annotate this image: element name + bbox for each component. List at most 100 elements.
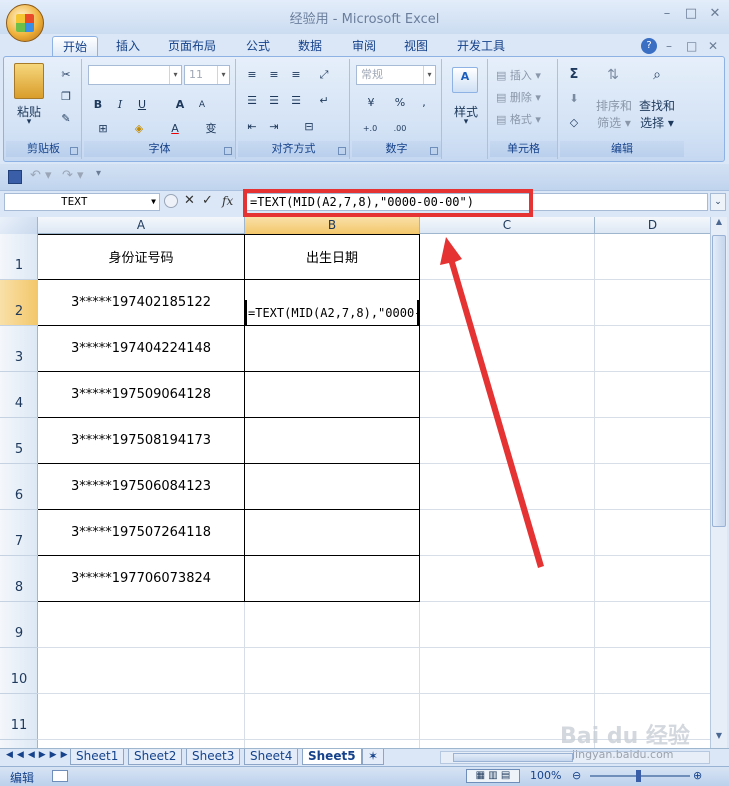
zoom-out-icon[interactable]: ⊖ bbox=[572, 769, 581, 782]
cell-a7[interactable]: 3*****197507264118 bbox=[38, 510, 244, 555]
align-center-icon[interactable]: ☰ bbox=[264, 91, 284, 111]
find-select-icon[interactable]: ⌕ bbox=[644, 65, 670, 91]
number-launcher-icon[interactable] bbox=[430, 147, 438, 155]
tab-data[interactable]: 数据 bbox=[298, 36, 322, 57]
sheet-tab-4[interactable]: Sheet4 bbox=[244, 749, 299, 765]
cell-a3[interactable]: 3*****197404224148 bbox=[38, 326, 244, 371]
formula-toggle-icon[interactable] bbox=[164, 194, 178, 208]
tab-insert[interactable]: 插入 bbox=[116, 36, 140, 57]
row-header-4[interactable]: 4 bbox=[0, 372, 38, 418]
macro-record-icon[interactable] bbox=[52, 770, 68, 782]
insert-cells-button[interactable]: ▤ 插入 ▾ bbox=[496, 67, 541, 83]
expand-formula-icon[interactable]: ⌄ bbox=[710, 193, 726, 211]
tab-developer[interactable]: 开发工具 bbox=[457, 36, 505, 57]
fill-color-icon[interactable]: ◈ bbox=[124, 119, 154, 139]
styles-dropdown-icon[interactable]: ▾ bbox=[444, 117, 488, 127]
row-header-5[interactable]: 5 bbox=[0, 418, 38, 464]
save-icon[interactable] bbox=[8, 170, 22, 184]
wrap-text-icon[interactable]: ↵ bbox=[314, 91, 334, 111]
customize-qat-icon[interactable]: ▾ bbox=[96, 168, 101, 179]
name-box[interactable]: TEXT ▼ bbox=[4, 193, 160, 211]
paste-icon[interactable] bbox=[14, 63, 44, 99]
sort-filter-button[interactable]: 排序和 筛选 ▾ bbox=[594, 97, 634, 131]
select-all-button[interactable] bbox=[0, 217, 38, 234]
undo-icon[interactable]: ↶ ▾ bbox=[30, 168, 52, 183]
column-header-d[interactable]: D bbox=[595, 217, 710, 234]
sheet-tab-2[interactable]: Sheet2 bbox=[128, 749, 183, 765]
sheet-nav-icon[interactable]: ◀◀◀▶▶▶ bbox=[6, 750, 72, 760]
cell-a1[interactable]: 身份证号码 bbox=[38, 234, 244, 279]
alignment-launcher-icon[interactable] bbox=[338, 147, 346, 155]
zoom-in-icon[interactable]: ⊕ bbox=[693, 769, 702, 782]
autosum-icon[interactable]: Σ bbox=[564, 65, 584, 85]
bold-button[interactable]: B bbox=[88, 95, 108, 115]
font-launcher-icon[interactable] bbox=[224, 147, 232, 155]
sheet-tab-5[interactable]: Sheet5 bbox=[302, 749, 362, 765]
font-name-combo[interactable]: ▾ bbox=[88, 65, 182, 85]
cell-a4[interactable]: 3*****197509064128 bbox=[38, 372, 244, 417]
decrease-decimal-button[interactable]: .00 bbox=[386, 119, 414, 139]
tab-review[interactable]: 审阅 bbox=[352, 36, 376, 57]
sheet-tab-1[interactable]: Sheet1 bbox=[70, 749, 125, 765]
close-button[interactable]: ✕ bbox=[704, 6, 726, 24]
scroll-thumb[interactable] bbox=[712, 235, 726, 527]
clipboard-launcher-icon[interactable] bbox=[70, 147, 78, 155]
row-header-11[interactable]: 11 bbox=[0, 694, 38, 740]
currency-icon[interactable]: ¥ bbox=[356, 93, 386, 113]
column-header-b[interactable]: B bbox=[245, 217, 420, 234]
phonetic-icon[interactable]: 变 bbox=[196, 119, 226, 139]
cell-a2[interactable]: 3*****197402185122 bbox=[38, 280, 244, 325]
grow-font-icon[interactable]: A bbox=[170, 95, 190, 115]
merge-center-icon[interactable]: ⊟ bbox=[294, 117, 324, 137]
cell-a6[interactable]: 3*****197506084123 bbox=[38, 464, 244, 509]
font-size-combo[interactable]: 11 ▾ bbox=[184, 65, 230, 85]
redo-icon[interactable]: ↷ ▾ bbox=[62, 168, 84, 183]
font-color-icon[interactable]: A bbox=[160, 119, 190, 139]
orientation-icon[interactable]: ⤢ bbox=[314, 65, 334, 85]
borders-icon[interactable]: ⊞ bbox=[88, 119, 118, 139]
clear-icon[interactable]: ◇ bbox=[564, 113, 584, 133]
cancel-formula-icon[interactable]: ✕ bbox=[184, 193, 195, 208]
help-icon[interactable]: ? bbox=[641, 38, 657, 54]
hscroll-thumb[interactable] bbox=[453, 753, 573, 762]
worksheet-grid[interactable]: 身份证号码 出生日期 3*****197402185122 =TEXT(MID(… bbox=[38, 234, 710, 748]
vertical-scrollbar[interactable]: ▲ ▼ bbox=[710, 217, 727, 748]
percent-button[interactable]: % bbox=[390, 93, 410, 113]
decrease-indent-icon[interactable]: ⇤ bbox=[242, 117, 262, 137]
shrink-font-icon[interactable]: A bbox=[192, 95, 212, 115]
cell-b2-editing[interactable]: =TEXT(MID(A2,7,8),"0000-00-00") bbox=[245, 300, 419, 325]
paste-dropdown-icon[interactable]: ▾ bbox=[8, 117, 50, 127]
scroll-up-icon[interactable]: ▲ bbox=[712, 217, 726, 231]
underline-button[interactable]: U bbox=[132, 95, 152, 115]
align-bottom-icon[interactable]: ≡ bbox=[286, 65, 306, 85]
maximize-button[interactable]: □ bbox=[680, 6, 702, 24]
ribbon-restore-button[interactable]: □ bbox=[686, 36, 697, 57]
copy-icon[interactable]: ❐ bbox=[56, 87, 76, 107]
align-left-icon[interactable]: ☰ bbox=[242, 91, 262, 111]
tab-page-layout[interactable]: 页面布局 bbox=[168, 36, 216, 57]
column-header-c[interactable]: C bbox=[420, 217, 595, 234]
row-header-6[interactable]: 6 bbox=[0, 464, 38, 510]
format-cells-button[interactable]: ▤ 格式 ▾ bbox=[496, 111, 541, 127]
view-buttons-icon[interactable]: ▦ ▥ ▤ bbox=[466, 769, 520, 783]
fill-icon[interactable]: ⬇ bbox=[564, 89, 584, 109]
format-painter-icon[interactable]: ✎ bbox=[56, 109, 76, 129]
find-select-button[interactable]: 查找和 选择 ▾ bbox=[636, 97, 678, 131]
row-header-2[interactable]: 2 bbox=[0, 280, 38, 326]
number-format-combo[interactable]: 常规 ▾ bbox=[356, 65, 436, 85]
tab-formulas[interactable]: 公式 bbox=[246, 36, 270, 57]
cut-icon[interactable]: ✂ bbox=[56, 65, 76, 85]
align-top-icon[interactable]: ≡ bbox=[242, 65, 262, 85]
align-right-icon[interactable]: ☰ bbox=[286, 91, 306, 111]
cell-a8[interactable]: 3*****197706073824 bbox=[38, 556, 244, 601]
increase-decimal-button[interactable]: +.0 bbox=[356, 119, 384, 139]
row-header-10[interactable]: 10 bbox=[0, 648, 38, 694]
styles-icon[interactable]: A bbox=[452, 67, 478, 93]
comma-button[interactable]: , bbox=[414, 93, 434, 113]
row-header-8[interactable]: 8 bbox=[0, 556, 38, 602]
row-header-9[interactable]: 9 bbox=[0, 602, 38, 648]
increase-indent-icon[interactable]: ⇥ bbox=[264, 117, 284, 137]
column-header-a[interactable]: A bbox=[38, 217, 245, 234]
name-box-dropdown-icon[interactable]: ▼ bbox=[151, 194, 156, 210]
office-button[interactable] bbox=[6, 4, 44, 42]
